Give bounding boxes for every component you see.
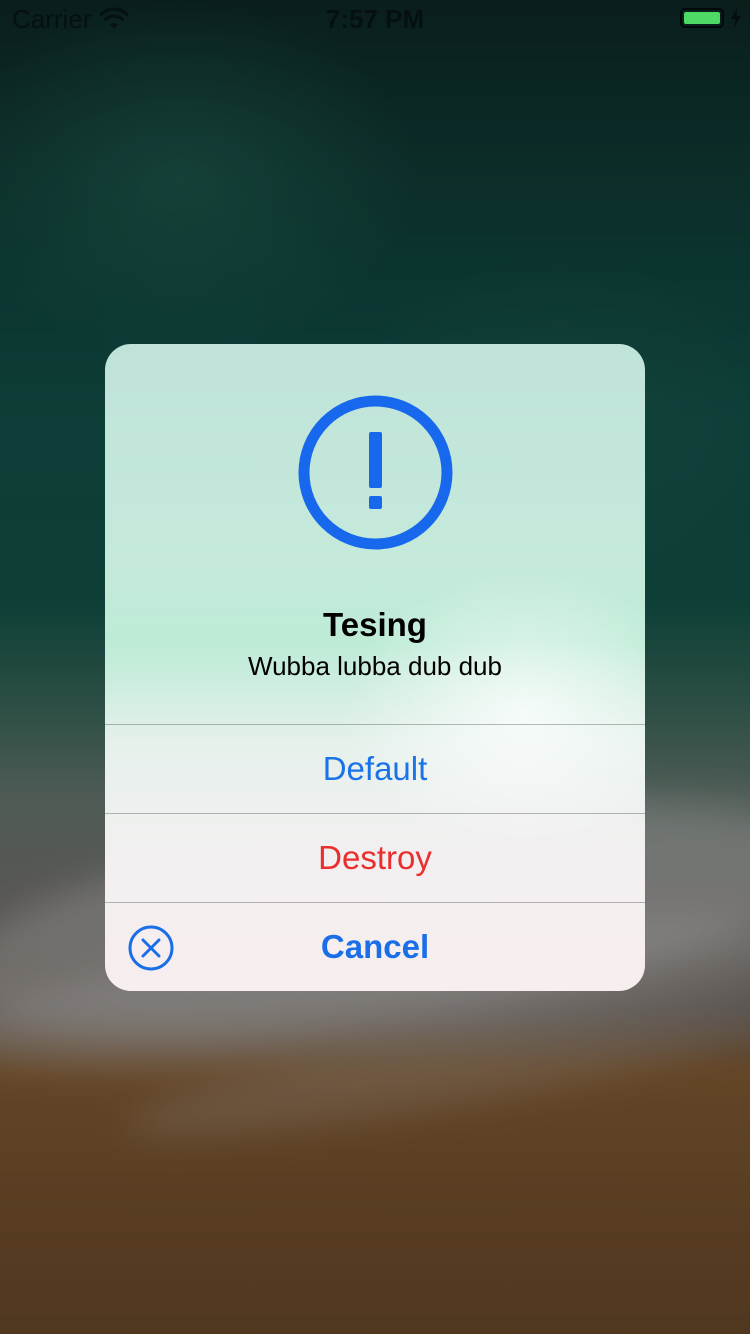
cancel-button[interactable]: Cancel bbox=[105, 902, 645, 991]
battery-icon bbox=[680, 8, 724, 28]
status-bar: Carrier 7:57 PM bbox=[0, 0, 750, 40]
close-circle-icon bbox=[128, 925, 174, 971]
destroy-button[interactable]: Destroy bbox=[105, 813, 645, 901]
alert-message: Wubba lubba dub dub bbox=[248, 651, 502, 681]
default-button-label: Default bbox=[322, 749, 428, 787]
alert-header: Tesing Wubba lubba dub dub bbox=[105, 344, 645, 724]
alert-dialog: Tesing Wubba lubba dub dub Default Destr… bbox=[105, 344, 645, 991]
destroy-button-label: Destroy bbox=[318, 838, 432, 876]
charging-bolt-icon bbox=[731, 8, 741, 28]
battery-group bbox=[680, 8, 742, 28]
default-button[interactable]: Default bbox=[105, 724, 645, 812]
status-time: 7:57 PM bbox=[325, 4, 425, 34]
battery-level bbox=[684, 12, 720, 24]
alert-title: Tesing bbox=[323, 606, 427, 643]
cancel-button-label: Cancel bbox=[320, 928, 430, 965]
exclamation-circle-icon bbox=[298, 395, 453, 550]
